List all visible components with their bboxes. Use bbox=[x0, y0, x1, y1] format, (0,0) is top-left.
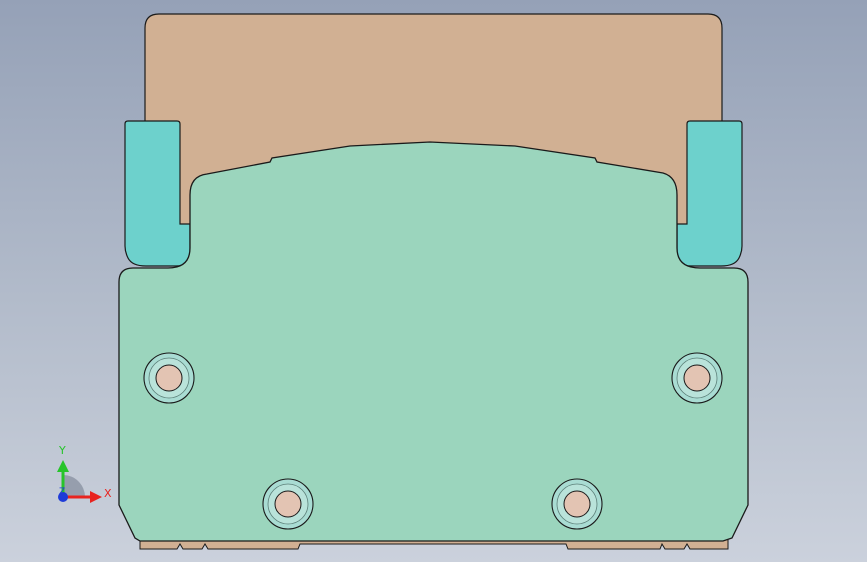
z-axis-label: Z bbox=[59, 487, 65, 497]
left-end-seal[interactable] bbox=[124, 120, 191, 267]
coordinate-triad[interactable]: Y X Z bbox=[57, 444, 112, 503]
y-axis-arrow-icon bbox=[57, 460, 69, 472]
bolt-hole-right[interactable] bbox=[671, 352, 723, 404]
right-end-seal[interactable] bbox=[676, 120, 743, 267]
carriage-block[interactable] bbox=[118, 141, 749, 542]
bolt-hole-bottom-right[interactable] bbox=[551, 478, 603, 530]
x-axis-label: X bbox=[104, 487, 112, 500]
bolt-hole-left[interactable] bbox=[143, 352, 195, 404]
cad-viewport[interactable]: Y X Z bbox=[0, 0, 867, 562]
model-graphics[interactable]: Y X Z bbox=[0, 0, 867, 562]
bolt-hole-bottom-left[interactable] bbox=[262, 478, 314, 530]
y-axis-label: Y bbox=[58, 444, 66, 457]
x-axis-arrow-icon bbox=[90, 491, 102, 503]
